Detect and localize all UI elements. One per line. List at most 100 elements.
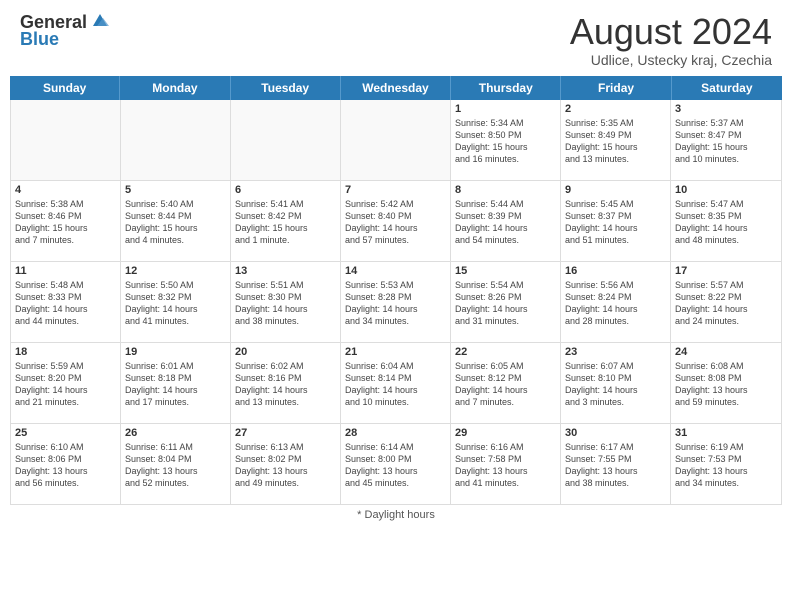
cell-line: Sunset: 7:53 PM — [675, 453, 777, 465]
cal-cell — [231, 100, 341, 180]
cell-line: and 13 minutes. — [565, 153, 666, 165]
cell-line: and 38 minutes. — [565, 477, 666, 489]
cal-cell: 12Sunrise: 5:50 AMSunset: 8:32 PMDayligh… — [121, 262, 231, 342]
logo: General Blue — [20, 12, 111, 50]
cell-line: Daylight: 14 hours — [565, 303, 666, 315]
header-day-monday: Monday — [120, 76, 230, 100]
cell-line: and 34 minutes. — [675, 477, 777, 489]
cal-cell: 26 Sunrise: 6:11 AMSunset: 8:04 PMDayligh… — [121, 424, 231, 504]
day-number: 17 — [675, 265, 777, 277]
cell-line: Daylight: 14 hours — [235, 384, 336, 396]
cell-line: Daylight: 13 hours — [675, 384, 777, 396]
cell-line: and 24 minutes. — [675, 315, 777, 327]
cell-line: and 3 minutes. — [565, 396, 666, 408]
cell-line: Sunset: 8:37 PM — [565, 210, 666, 222]
cell-line: Sunrise: 6:11 AM — [125, 441, 226, 453]
location-text: Udlice, Ustecky kraj, Czechia — [570, 52, 772, 68]
cell-line: Daylight: 14 hours — [235, 303, 336, 315]
cell-line: Sunrise: 5:56 AM — [565, 279, 666, 291]
cal-cell: 22Sunrise: 6:05 AMSunset: 8:12 PMDayligh… — [451, 343, 561, 423]
cell-line: Sunrise: 5:53 AM — [345, 279, 446, 291]
cal-cell: 20Sunrise: 6:02 AMSunset: 8:16 PMDayligh… — [231, 343, 341, 423]
week-row-5: 25Sunrise: 6:10 AMSunset: 8:06 PMDayligh… — [11, 424, 781, 504]
cell-line: Sunset: 8:35 PM — [675, 210, 777, 222]
logo-blue-text: Blue — [20, 29, 59, 50]
cell-line: Sunrise: 6:14 AM — [345, 441, 446, 453]
cell-line: and 10 minutes. — [345, 396, 446, 408]
cell-line: and 38 minutes. — [235, 315, 336, 327]
cell-line: and 7 minutes. — [455, 396, 556, 408]
cell-line: and 21 minutes. — [15, 396, 116, 408]
day-number: 1 — [455, 103, 556, 115]
cell-line: Daylight: 13 hours — [125, 465, 226, 477]
cell-line: Daylight: 14 hours — [125, 303, 226, 315]
header-day-saturday: Saturday — [672, 76, 782, 100]
cell-line: Sunset: 8:18 PM — [125, 372, 226, 384]
cal-cell — [11, 100, 121, 180]
cell-line: Sunrise: 5:59 AM — [15, 360, 116, 372]
cell-line: Daylight: 14 hours — [345, 303, 446, 315]
cell-line: Daylight: 14 hours — [15, 384, 116, 396]
cell-line: and 34 minutes. — [345, 315, 446, 327]
day-number: 10 — [675, 184, 777, 196]
day-number: 27 — [235, 427, 336, 439]
day-number: 21 — [345, 346, 446, 358]
cal-cell — [121, 100, 231, 180]
day-number: 11 — [15, 265, 116, 277]
cell-line: Sunset: 8:50 PM — [455, 129, 556, 141]
cal-cell: 23Sunrise: 6:07 AMSunset: 8:10 PMDayligh… — [561, 343, 671, 423]
cell-line: Daylight: 14 hours — [345, 222, 446, 234]
cal-cell — [341, 100, 451, 180]
cell-line: and 49 minutes. — [235, 477, 336, 489]
day-number: 20 — [235, 346, 336, 358]
page-container: General Blue August 2024 Udlice, Ustecky… — [0, 0, 792, 521]
day-number: 19 — [125, 346, 226, 358]
cell-line: and 10 minutes. — [675, 153, 777, 165]
cell-line: Daylight: 15 hours — [235, 222, 336, 234]
cal-cell: 31Sunrise: 6:19 AMSunset: 7:53 PMDayligh… — [671, 424, 781, 504]
cell-line: Sunset: 8:08 PM — [675, 372, 777, 384]
cal-cell: 1Sunrise: 5:34 AMSunset: 8:50 PMDaylight… — [451, 100, 561, 180]
cell-line: Sunset: 8:16 PM — [235, 372, 336, 384]
day-number: 22 — [455, 346, 556, 358]
cell-line: Sunset: 8:04 PM — [125, 453, 226, 465]
title-section: August 2024 Udlice, Ustecky kraj, Czechi… — [570, 12, 772, 68]
cell-line: Sunset: 8:26 PM — [455, 291, 556, 303]
cell-line: Sunset: 7:55 PM — [565, 453, 666, 465]
day-number: 12 — [125, 265, 226, 277]
footer-note: * Daylight hours — [0, 509, 792, 521]
cell-line: and 28 minutes. — [565, 315, 666, 327]
day-number: 4 — [15, 184, 116, 196]
cell-line: and 1 minute. — [235, 234, 336, 246]
cell-line: Sunset: 8:32 PM — [125, 291, 226, 303]
day-number: 5 — [125, 184, 226, 196]
cell-line: Sunrise: 5:44 AM — [455, 198, 556, 210]
day-number: 28 — [345, 427, 446, 439]
cell-line: Daylight: 14 hours — [675, 222, 777, 234]
cell-line: Sunset: 8:22 PM — [675, 291, 777, 303]
day-number: 16 — [565, 265, 666, 277]
cell-line: Daylight: 14 hours — [455, 303, 556, 315]
cell-line: Sunset: 8:12 PM — [455, 372, 556, 384]
day-number: 3 — [675, 103, 777, 115]
cal-cell: 4Sunrise: 5:38 AMSunset: 8:46 PMDaylight… — [11, 181, 121, 261]
calendar: SundayMondayTuesdayWednesdayThursdayFrid… — [10, 76, 782, 505]
cal-cell: 3Sunrise: 5:37 AMSunset: 8:47 PMDaylight… — [671, 100, 781, 180]
cal-cell: 30Sunrise: 6:17 AMSunset: 7:55 PMDayligh… — [561, 424, 671, 504]
week-row-4: 18Sunrise: 5:59 AMSunset: 8:20 PMDayligh… — [11, 343, 781, 424]
cal-cell: 17Sunrise: 5:57 AMSunset: 8:22 PMDayligh… — [671, 262, 781, 342]
cell-line: Sunrise: 5:54 AM — [455, 279, 556, 291]
day-number: 8 — [455, 184, 556, 196]
day-number: 6 — [235, 184, 336, 196]
cal-cell: 6Sunrise: 5:41 AMSunset: 8:42 PMDaylight… — [231, 181, 341, 261]
cell-line: Sunrise: 6:13 AM — [235, 441, 336, 453]
cell-line: and 59 minutes. — [675, 396, 777, 408]
cell-line: Sunset: 8:47 PM — [675, 129, 777, 141]
cell-line: Sunset: 8:14 PM — [345, 372, 446, 384]
cell-line: Daylight: 14 hours — [565, 384, 666, 396]
cell-line: Sunset: 8:28 PM — [345, 291, 446, 303]
cal-cell: 24Sunrise: 6:08 AMSunset: 8:08 PMDayligh… — [671, 343, 781, 423]
day-number: 26 — [125, 427, 226, 439]
cal-cell: 2Sunrise: 5:35 AMSunset: 8:49 PMDaylight… — [561, 100, 671, 180]
cal-cell: 5Sunrise: 5:40 AMSunset: 8:44 PMDaylight… — [121, 181, 231, 261]
